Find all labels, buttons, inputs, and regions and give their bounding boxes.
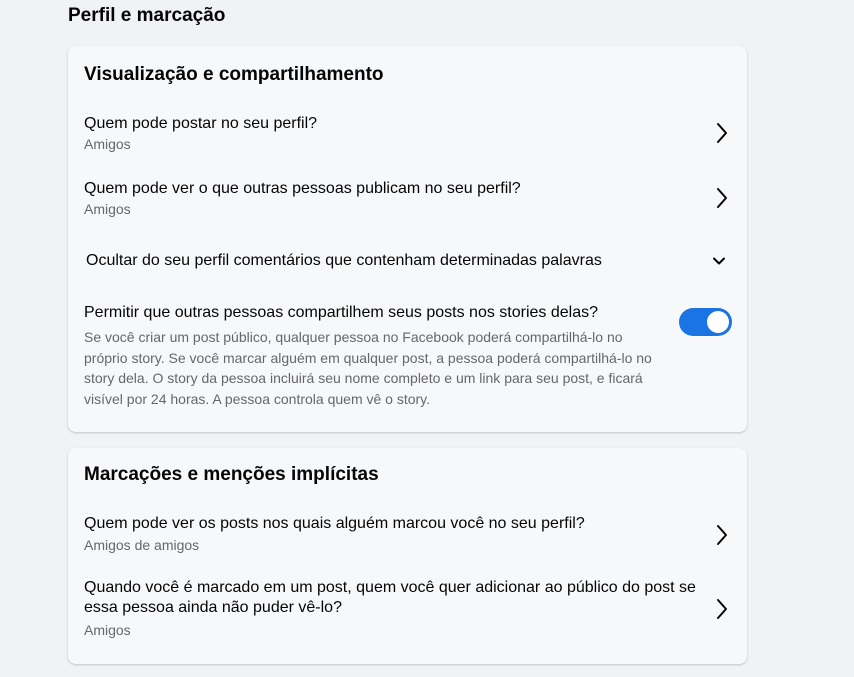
setting-label: Quem pode ver o que outras pessoas publi… (84, 180, 521, 197)
setting-row-who-can-see-tagged-posts[interactable]: Quem pode ver os posts nos quais alguém … (68, 511, 747, 557)
setting-value: Amigos (84, 136, 131, 152)
setting-row-tag-audience[interactable]: Quando você é marcado em um post, quem v… (68, 577, 747, 643)
setting-label: Quando você é marcado em um post, quem v… (84, 579, 696, 616)
setting-label: Permitir que outras pessoas compartilhem… (84, 304, 599, 321)
setting-value: Amigos de amigos (84, 537, 200, 553)
page-title: Perfil e marcação (68, 5, 226, 26)
setting-label: Quem pode ver os posts nos quais alguém … (84, 515, 585, 532)
setting-value: Amigos (84, 622, 131, 638)
setting-row-who-can-see-others-posts[interactable]: Quem pode ver o que outras pessoas publi… (68, 175, 747, 221)
chevron-right-icon (715, 121, 729, 145)
section-card-visibility-sharing: Visualização e compartilhamento Quem pod… (68, 46, 747, 432)
setting-row-who-can-post[interactable]: Quem pode postar no seu perfil? Amigos (68, 110, 747, 156)
toggle-knob (707, 311, 729, 333)
chevron-right-icon (715, 523, 729, 547)
setting-label: Quem pode postar no seu perfil? (84, 115, 318, 132)
setting-label: Ocultar do seu perfil comentários que co… (86, 252, 602, 269)
chevron-right-icon (715, 186, 729, 210)
setting-description: Se você criar um post público, qualquer … (84, 329, 652, 407)
section-title: Visualização e compartilhamento (84, 64, 384, 85)
setting-row-story-sharing: Permitir que outras pessoas compartilhem… (68, 302, 747, 410)
section-title: Marcações e menções implícitas (84, 464, 379, 485)
setting-row-hide-comments-words[interactable]: Ocultar do seu perfil comentários que co… (68, 246, 747, 276)
section-card-tagging-mentions: Marcações e menções implícitas Quem pode… (68, 448, 747, 664)
chevron-right-icon (715, 597, 729, 621)
chevron-down-icon (711, 253, 727, 269)
story-sharing-toggle[interactable] (679, 308, 732, 336)
setting-value: Amigos (84, 201, 131, 217)
